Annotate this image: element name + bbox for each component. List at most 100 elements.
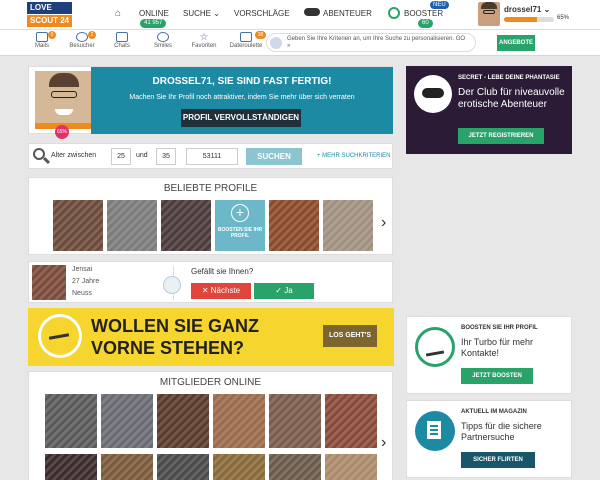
profile-photo-4[interactable] xyxy=(269,200,319,251)
user-menu[interactable]: drossel71 ⌄ xyxy=(504,5,550,14)
online-member-photo[interactable] xyxy=(213,394,265,448)
match-card: Jensai 27 Jahre Neuss Gefällt sie Ihnen?… xyxy=(28,261,393,303)
match-city: Neuss xyxy=(72,290,92,297)
age-label: Alter zwischen xyxy=(51,152,97,159)
profile-photo-1[interactable] xyxy=(53,200,103,251)
online-member-photo[interactable] xyxy=(269,454,321,480)
chevron-right-icon[interactable]: › xyxy=(381,434,386,452)
profile-banner-title: DROSSEL71, SIE SIND FAST FERTIG! xyxy=(152,76,332,87)
angebote-button[interactable]: ANGEBOTE xyxy=(497,35,535,51)
mask-icon xyxy=(304,8,320,16)
speedometer-icon xyxy=(38,314,82,358)
age-from-input[interactable]: 25 xyxy=(111,148,131,165)
profile-progress-bar xyxy=(504,17,554,22)
next-button[interactable]: ✕ Nächste xyxy=(191,283,251,299)
search-settings-icon xyxy=(270,37,282,49)
promo-line2: VORNE STEHEN? xyxy=(91,338,245,358)
nav-online[interactable]: ONLINE xyxy=(139,9,169,18)
online-member-photo[interactable] xyxy=(157,394,209,448)
percent-badge: 65% xyxy=(55,125,69,139)
star-icon: ☆ xyxy=(199,32,209,43)
mask-icon xyxy=(414,75,452,113)
new-badge: NEU xyxy=(430,1,449,9)
nav-booster[interactable]: BOOSTER xyxy=(404,9,443,18)
subnav-smiles[interactable]: Smiles xyxy=(145,32,181,49)
subnav-mails[interactable]: Mails 0 xyxy=(24,31,60,49)
chevron-down-icon: ⌄ xyxy=(543,5,551,14)
age-to-input[interactable]: 35 xyxy=(156,148,176,165)
boost-profile-tile[interactable]: + BOOSTEN SIE IHR PROFIL xyxy=(215,200,265,251)
mail-icon xyxy=(36,32,48,42)
close-icon: ✕ xyxy=(201,286,211,295)
quick-search-bar: Alter zwischen 25 und 35 53111 SUCHEN + … xyxy=(28,143,393,169)
magazin-headline: Tipps für die sichere Partnersuche xyxy=(461,421,542,442)
promo-button[interactable]: LOS GEHT'S xyxy=(323,325,377,347)
jetzt-boosten-button[interactable]: JETZT BOOSTEN xyxy=(461,368,533,384)
boost-headline: Ihr Turbo für mehr Kontakte! xyxy=(461,337,534,358)
search-hint-banner[interactable]: Geben Sie Ihre Kriterien an, um Ihre Suc… xyxy=(266,33,476,52)
roulette-icon xyxy=(240,32,252,42)
profile-progress-fill xyxy=(504,17,537,22)
visitor-icon xyxy=(76,32,88,42)
document-shield-icon xyxy=(415,411,455,451)
smile-icon xyxy=(157,32,169,42)
match-icon xyxy=(163,276,181,294)
online-members-card: MITGLIEDER ONLINE › xyxy=(28,371,393,480)
ad-headline: Der Club für niveauvolle erotische Abent… xyxy=(458,87,565,110)
register-button[interactable]: JETZT REGISTRIEREN xyxy=(458,128,544,144)
chevron-down-icon: ⌄ xyxy=(213,9,220,18)
profile-photo xyxy=(35,71,91,129)
match-photo[interactable] xyxy=(32,265,66,300)
subnav-favoriten[interactable]: ☆ Favoriten xyxy=(186,32,222,49)
online-member-photo[interactable] xyxy=(45,394,97,448)
nav-abenteuer[interactable]: ABENTEUER xyxy=(323,9,372,18)
search-button[interactable]: SUCHEN xyxy=(246,148,302,165)
boost-card: BOOSTEN SIE IHR PROFIL Ihr Turbo für meh… xyxy=(406,316,572,394)
online-member-photo[interactable] xyxy=(45,454,97,480)
logo[interactable]: LOVE SCOUT 24 xyxy=(27,2,72,27)
chevron-right-icon[interactable]: › xyxy=(381,214,386,232)
online-members-title: MITGLIEDER ONLINE xyxy=(159,377,262,388)
nav-vorschlaege[interactable]: VORSCHLÄGE xyxy=(234,9,290,18)
plus-icon: + xyxy=(231,204,249,222)
sicher-flirten-button[interactable]: SICHER FLIRTEN xyxy=(461,452,535,468)
check-icon: ✓ xyxy=(275,286,285,295)
profile-banner-teal: DROSSEL71, SIE SIND FAST FERTIG! Machen … xyxy=(91,67,393,134)
avatar[interactable] xyxy=(478,2,500,26)
more-criteria-link[interactable]: + MEHR SUCHKRITERIEN xyxy=(317,153,391,159)
profile-photo-5[interactable] xyxy=(323,200,373,251)
online-member-photo[interactable] xyxy=(325,454,377,480)
online-member-photo[interactable] xyxy=(213,454,265,480)
profile-banner-text: Machen Sie Ihr Profil noch attraktiver, … xyxy=(129,94,355,101)
nav-suche[interactable]: SUCHE ⌄ xyxy=(183,9,220,18)
online-member-photo[interactable] xyxy=(101,454,153,480)
online-member-photo[interactable] xyxy=(101,394,153,448)
magazin-card: AKTUELL IM MAGAZIN Tipps für die sichere… xyxy=(406,400,572,478)
und-label: und xyxy=(136,152,148,159)
online-count-badge: 41 957 xyxy=(140,19,167,28)
top-bar: LOVE SCOUT 24 ⌂ ONLINE 41 957 SUCHE ⌄ VO… xyxy=(0,0,600,30)
online-member-photo[interactable] xyxy=(269,394,321,448)
chat-icon xyxy=(116,32,128,42)
booster-promo-banner[interactable]: WOLLEN SIE GANZ VORNE STEHEN? LOS GEHT'S xyxy=(28,308,394,366)
magazin-kicker: AKTUELL IM MAGAZIN xyxy=(461,409,527,415)
complete-profile-button[interactable]: PROFIL VERVOLLSTÄNDIGEN xyxy=(181,109,301,127)
yes-button[interactable]: ✓ Ja xyxy=(254,283,314,299)
online-member-photo[interactable] xyxy=(325,394,377,448)
profile-progress-text: 65% xyxy=(557,15,570,21)
subnav-dateroulette[interactable]: Dateroulette 38 xyxy=(226,31,266,49)
popular-profiles-title: BELIEBTE PROFILE xyxy=(163,183,258,194)
subnav-besucher[interactable]: Besucher 2 xyxy=(64,31,100,49)
profile-photo-2[interactable] xyxy=(107,200,157,251)
magnifier-handle xyxy=(42,156,51,165)
secret-ad[interactable]: SECRET - LEBE DEINE PHANTASIE Der Club f… xyxy=(406,66,572,154)
profile-photo-3[interactable] xyxy=(161,200,211,251)
match-name[interactable]: Jensai xyxy=(72,266,92,273)
home-icon[interactable]: ⌂ xyxy=(115,8,121,19)
plz-input[interactable]: 53111 xyxy=(186,148,238,165)
promo-line1: WOLLEN SIE GANZ xyxy=(91,316,259,336)
boost-kicker: BOOSTEN SIE IHR PROFIL xyxy=(461,325,538,331)
subnav-chats[interactable]: Chats xyxy=(104,32,140,49)
match-question: Gefällt sie Ihnen? xyxy=(191,267,254,276)
online-member-photo[interactable] xyxy=(157,454,209,480)
